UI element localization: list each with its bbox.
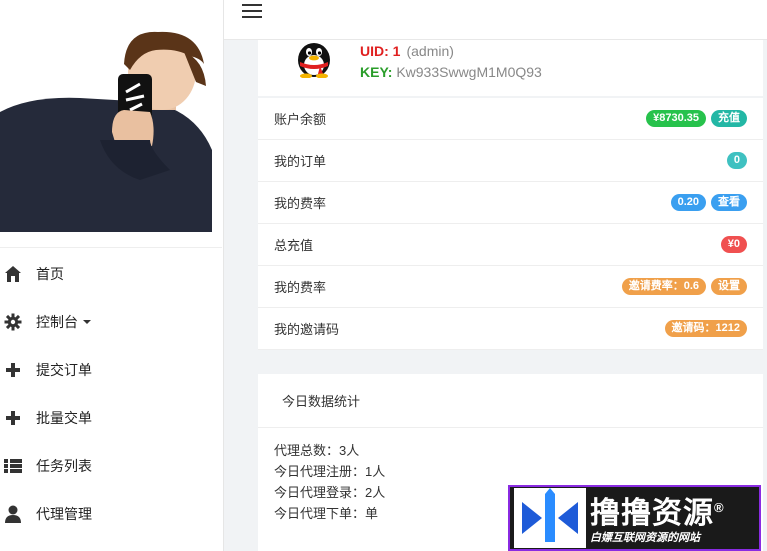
total-recharge-badge: ¥0 [720, 236, 747, 253]
sidebar-item-label: 首页 [36, 266, 64, 282]
row-label: 我的费率 [274, 280, 327, 295]
stat-line: 代理总数：3人 [274, 443, 360, 458]
avatar [0, 0, 222, 247]
sidebar-item-label: 批量交单 [36, 410, 92, 426]
user-role: (admin) [406, 43, 454, 59]
sidebar-item-label: 任务列表 [36, 458, 92, 474]
watermark-logo [514, 488, 586, 548]
sidebar-item-task-list[interactable]: 任务列表 [0, 442, 222, 490]
hamburger-icon[interactable] [242, 4, 262, 18]
account-info-list: 账户余额 ¥8730.35 充值 我的订单 0 我的费率 0.20 查看 总充值… [258, 98, 763, 350]
list-item: 我的订单 0 [258, 140, 763, 182]
list-icon [4, 457, 22, 475]
uid-value: UID: 1 [360, 43, 401, 59]
watermark-title: 撸撸资源 [590, 497, 714, 530]
balance-badge: ¥8730.35 [646, 110, 706, 127]
sidebar-item-label: 代理管理 [36, 506, 92, 522]
row-label: 我的费率 [274, 196, 327, 211]
home-icon [4, 265, 22, 283]
list-item: 我的费率 0.20 查看 [258, 182, 763, 224]
sidebar-item-label: 控制台 [36, 314, 78, 330]
panel-title: 今日数据统计 [258, 374, 763, 428]
plus-icon [4, 361, 22, 379]
list-item: 我的邀请码 邀请码：1212 [258, 308, 763, 350]
key-label: KEY: [360, 64, 397, 80]
sidebar-nav: 首页 控制台 提交订单 批量交单 任务列表 代理管理 [0, 250, 222, 538]
view-rate-button[interactable]: 查看 [711, 194, 747, 211]
sidebar-item-batch-order[interactable]: 批量交单 [0, 394, 222, 442]
plus-icon [4, 409, 22, 427]
sidebar-item-home[interactable]: 首页 [0, 250, 222, 298]
list-item: 总充值 ¥0 [258, 224, 763, 266]
recharge-button[interactable]: 充值 [711, 110, 747, 127]
stat-line: 今日代理注册：1人 [274, 464, 386, 479]
order-count-badge: 0 [726, 152, 747, 169]
invite-rate-badge: 邀请费率：0.6 [621, 278, 706, 295]
key-line: KEY: Kw933SwwgM1M0Q93 [360, 64, 542, 80]
sidebar-item-agent-management[interactable]: 代理管理 [0, 490, 222, 538]
user-icon [4, 505, 22, 523]
row-label: 账户余额 [274, 112, 327, 127]
key-value: Kw933SwwgM1M0Q93 [396, 64, 542, 80]
qq-penguin-icon [298, 43, 330, 78]
sidebar-item-console[interactable]: 控制台 [0, 298, 222, 346]
sidebar-item-label: 提交订单 [36, 362, 92, 378]
registered-mark: ® [714, 500, 725, 515]
gear-icon [4, 313, 22, 331]
list-item: 账户余额 ¥8730.35 充值 [258, 98, 763, 140]
profile-panel: UID: 1 (admin) KEY: Kw933SwwgM1M0Q93 [258, 40, 763, 96]
top-bar [224, 0, 767, 40]
sidebar: 首页 控制台 提交订单 批量交单 任务列表 代理管理 [0, 0, 224, 551]
row-label: 总充值 [274, 238, 314, 253]
user-avatar-photo [0, 0, 222, 248]
set-rate-button[interactable]: 设置 [711, 278, 747, 295]
invite-code-badge: 邀请码：1212 [664, 320, 747, 337]
chevron-down-icon [83, 320, 91, 324]
row-label: 我的订单 [274, 154, 327, 169]
list-item: 我的费率 邀请费率：0.6 设置 [258, 266, 763, 308]
uid-line: UID: 1 (admin) [360, 43, 454, 59]
sidebar-item-submit-order[interactable]: 提交订单 [0, 346, 222, 394]
rate-badge: 0.20 [670, 194, 706, 211]
watermark: 撸撸资源® 白嫖互联网资源的网站 [508, 485, 761, 551]
row-label: 我的邀请码 [274, 322, 340, 337]
watermark-subtitle: 白嫖互联网资源的网站 [590, 532, 700, 544]
